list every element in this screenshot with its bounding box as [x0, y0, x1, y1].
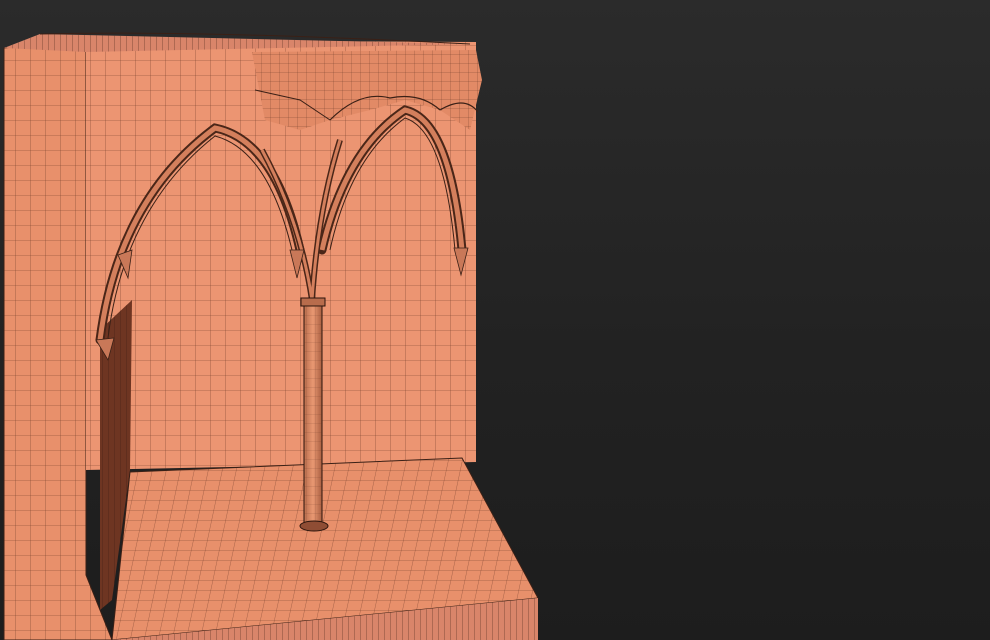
wireframe-render — [3, 32, 539, 640]
floor-slab — [111, 457, 539, 640]
3d-viewport[interactable] — [0, 0, 990, 640]
